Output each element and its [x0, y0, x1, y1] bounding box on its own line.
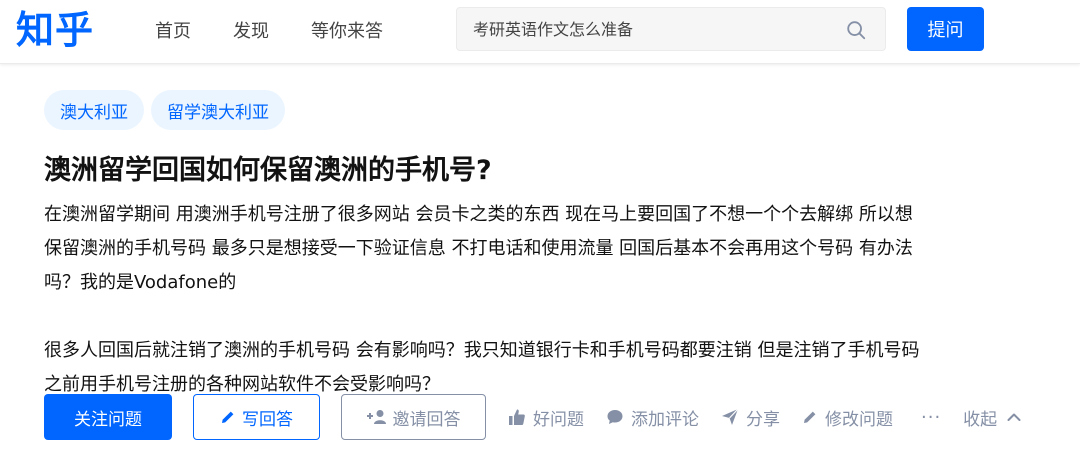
ask-button[interactable]: 提问	[907, 7, 984, 51]
collapse-button[interactable]: 收起	[963, 405, 1021, 430]
share-button[interactable]: 分享	[721, 405, 780, 430]
invite-answer-label: 邀请回答	[392, 409, 461, 430]
top-header: 知乎 首页 发现 等你来答 提问	[0, 0, 1080, 64]
good-question-label: 好问题	[533, 409, 584, 430]
comment-icon	[606, 408, 624, 426]
topic-list: 澳大利亚 留学澳大利亚	[44, 90, 292, 130]
nav-waiting-answer[interactable]: 等你来答	[311, 17, 383, 43]
pencil-icon	[802, 409, 818, 425]
invite-answer-button[interactable]: 邀请回答	[341, 394, 486, 440]
good-question-button[interactable]: 好问题	[508, 405, 584, 430]
add-comment-label: 添加评论	[631, 409, 699, 430]
write-answer-button[interactable]: 写回答	[193, 394, 320, 440]
more-options-button[interactable]: ···	[921, 407, 941, 428]
question-paragraph: 在澳洲留学期间 用澳洲手机号注册了很多网站 会员卡之类的东西 现在马上要回国了不…	[44, 204, 913, 293]
follow-question-button[interactable]: 关注问题	[44, 394, 172, 440]
add-person-icon	[366, 409, 387, 425]
topic-tag[interactable]: 澳大利亚	[44, 90, 144, 130]
question-detail: 在澳洲留学期间 用澳洲手机号注册了很多网站 会员卡之类的东西 现在马上要回国了不…	[44, 198, 924, 402]
question-paragraph: 很多人回国后就注销了澳洲的手机号码 会有影响吗？我只知道银行卡和手机号码都要注销…	[44, 340, 920, 395]
write-answer-label: 写回答	[242, 409, 293, 430]
question-actions: 关注问题 写回答 邀请回答 好问题 添加评论 分享 修改问题 ··· 收起	[44, 394, 1021, 440]
question-title: 澳洲留学回国如何保留澳洲的手机号?	[44, 155, 492, 186]
chevron-up-icon	[1007, 412, 1021, 422]
search-box	[456, 7, 886, 51]
edit-question-button[interactable]: 修改问题	[802, 405, 893, 430]
pencil-icon	[220, 409, 236, 425]
edit-question-label: 修改问题	[825, 409, 893, 430]
zhihu-logo[interactable]: 知乎	[16, 4, 94, 56]
nav-discover[interactable]: 发现	[233, 17, 269, 43]
share-label: 分享	[746, 409, 780, 430]
search-icon[interactable]	[845, 19, 867, 41]
thumbs-up-icon	[508, 408, 526, 426]
search-input[interactable]	[473, 8, 833, 50]
collapse-label: 收起	[963, 409, 998, 430]
paper-plane-icon	[721, 408, 739, 426]
main-nav: 首页 发现 等你来答	[155, 0, 425, 60]
topic-tag[interactable]: 留学澳大利亚	[151, 90, 285, 130]
add-comment-button[interactable]: 添加评论	[606, 405, 699, 430]
nav-home[interactable]: 首页	[155, 17, 191, 43]
